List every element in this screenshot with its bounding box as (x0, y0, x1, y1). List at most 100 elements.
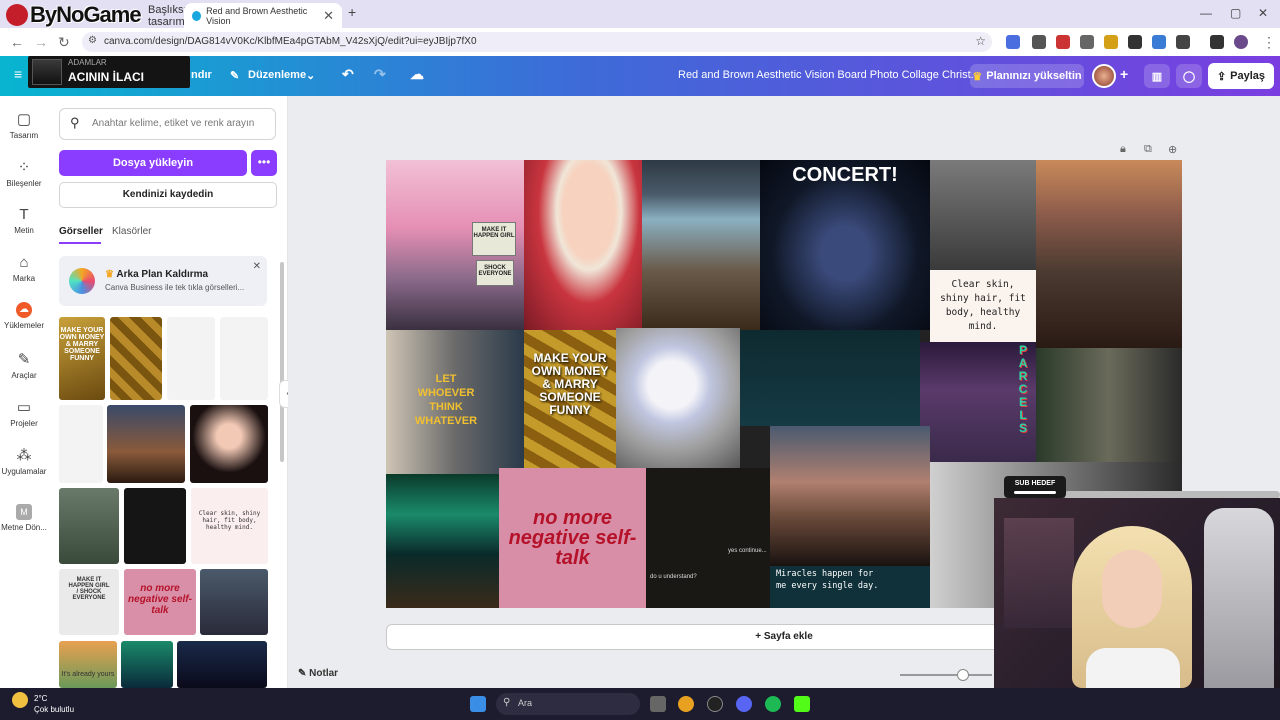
hamburger-menu-icon[interactable]: ≡ (14, 66, 22, 82)
forward-arrow-icon[interactable]: → (34, 34, 48, 50)
upload-file-button[interactable]: Dosya yükleyin (59, 150, 247, 176)
upload-thumbnail[interactable]: It's already yours (59, 641, 117, 688)
kebab-menu-icon[interactable]: ⋮ (1262, 34, 1276, 51)
comment-icon[interactable]: ◯ (1176, 64, 1202, 88)
rail-item-design[interactable]: ▢ Tasarım (0, 110, 48, 140)
download-icon[interactable] (1210, 35, 1224, 49)
woman-reading-photo[interactable]: LET WHOEVER THINK WHATEVER (386, 330, 524, 474)
rail-item-uploads[interactable]: ☁ Yüklemeler (0, 302, 48, 330)
close-window-button[interactable]: ✕ (1258, 6, 1268, 20)
affirmation-card[interactable]: Clear skin, shiny hair, fit body, health… (930, 270, 1036, 342)
weather-widget[interactable]: 2°C Çok bulutlu (12, 692, 74, 714)
extension-icon[interactable] (1080, 35, 1094, 49)
extension-icon[interactable] (1104, 35, 1118, 49)
upload-thumbnail[interactable] (124, 488, 186, 564)
upload-thumbnail[interactable]: no more negative self-talk (124, 569, 196, 635)
extension-icon[interactable] (1056, 35, 1070, 49)
upload-thumbnail[interactable] (110, 317, 162, 400)
extension-icon[interactable] (1128, 35, 1142, 49)
promo-card[interactable]: ♛ Arka Plan Kaldırma Canva Business ile … (59, 256, 267, 306)
record-yourself-button[interactable]: Kendinizi kaydedin (59, 182, 277, 208)
add-collaborator-icon[interactable]: + (1120, 66, 1128, 82)
discord-icon[interactable] (736, 696, 752, 712)
minimize-button[interactable]: — (1200, 6, 1212, 20)
undo-icon[interactable]: ↶ (342, 66, 354, 83)
share-button[interactable]: ⇪ Paylaş (1208, 63, 1274, 89)
add-page-icon[interactable]: ⊕ (1168, 143, 1177, 156)
edit-menu[interactable]: Düzenleme (248, 69, 306, 81)
rail-item-text[interactable]: T Metin (0, 206, 48, 235)
panel-scrollbar[interactable] (280, 262, 284, 462)
cloud-sync-icon[interactable]: ☁ (410, 66, 424, 83)
parcels-concert-photo[interactable]: PARCELS (920, 342, 1036, 462)
extension-icon[interactable] (1152, 35, 1166, 49)
lock-icon[interactable]: 🔒︎ (1120, 143, 1126, 156)
close-icon[interactable]: ✕ (253, 261, 261, 272)
search-input[interactable]: ⚲ Anahtar kelime, etiket ve renk arayın (59, 108, 276, 140)
beach-bonfire-photo[interactable] (770, 426, 930, 566)
chrome-icon[interactable] (678, 696, 694, 712)
bookmark-star-icon[interactable]: ☆ (975, 34, 986, 48)
cherry-blossom-photo[interactable]: MAKE IT HAPPEN GIRL SHOCK EVERYONE (386, 160, 524, 330)
upload-thumbnail[interactable] (200, 569, 268, 635)
upgrade-plan-button[interactable]: ♛ Planınızı yükseltin (970, 64, 1084, 88)
back-arrow-icon[interactable]: ← (10, 34, 24, 50)
colosseum-dinner-photo[interactable] (1036, 160, 1182, 348)
doodle-card[interactable]: yes continue... do u understand? (646, 468, 770, 608)
duplicate-page-icon[interactable]: ⧉ (1144, 143, 1152, 156)
close-icon[interactable]: ✕ (323, 8, 334, 24)
upload-thumbnail[interactable]: Clear skin, shiny hair, fit body, health… (191, 488, 268, 564)
rail-item-apps[interactable]: ⁂ Uygulamalar (0, 446, 48, 476)
upload-thumbnail[interactable] (121, 641, 173, 688)
flower-bouquet-photo[interactable] (616, 328, 740, 470)
upload-thumbnail[interactable] (220, 317, 268, 400)
upload-thumbnail[interactable] (190, 405, 268, 483)
new-tab-button[interactable]: + (348, 4, 356, 20)
zoom-slider[interactable] (900, 674, 992, 676)
redo-icon[interactable]: ↷ (374, 66, 386, 83)
taskbar-search[interactable]: ⚲ Ara (496, 693, 640, 715)
upload-thumbnail[interactable] (59, 405, 103, 483)
tab-vision-board[interactable]: Red and Brown Aesthetic Vision ✕ (184, 3, 342, 28)
reload-icon[interactable]: ↻ (58, 34, 70, 51)
money-quote-card[interactable]: MAKE YOUR OWN MONEY & MARRY SOMEONE FUNN… (524, 330, 616, 470)
profile-avatar-icon[interactable] (1234, 35, 1248, 49)
rail-item-text-convert[interactable]: M Metne Dön... (0, 504, 48, 532)
upload-thumbnail[interactable] (167, 317, 215, 400)
upload-thumbnail[interactable]: MAKE IT HAPPEN GIRL / SHOCK EVERYONE (59, 569, 119, 635)
upload-thumbnail[interactable] (107, 405, 185, 483)
rail-item-brand[interactable]: ⌂ Marka (0, 254, 48, 283)
cartoon-woman-illustration[interactable] (524, 160, 642, 330)
start-windows-icon[interactable] (470, 696, 486, 712)
upload-thumbnail[interactable] (177, 641, 267, 688)
avatar[interactable] (1092, 64, 1116, 88)
no-more-negative-card[interactable]: no more negative self-talk (499, 468, 646, 608)
design-title[interactable]: Red and Brown Aesthetic Vision Board Pho… (678, 69, 980, 81)
translate-extension-icon[interactable] (1006, 35, 1020, 49)
notes-button[interactable]: ✎ Notlar (298, 668, 338, 679)
site-info-icon[interactable]: ⚙ (88, 35, 97, 46)
outdoor-cinema-photo[interactable] (642, 160, 760, 330)
kick-icon[interactable] (794, 696, 810, 712)
boxing-gloves-photo[interactable] (930, 160, 1036, 270)
rail-item-tools[interactable]: ✎ Araçlar (0, 350, 48, 380)
concert-photo[interactable]: CONCERT! (760, 160, 930, 330)
aurora-glass-igloo-photo[interactable] (386, 474, 499, 608)
chevron-down-icon[interactable]: ⌄ (306, 69, 315, 82)
extension-icon[interactable] (1032, 35, 1046, 49)
resize-menu[interactable]: ndır (191, 69, 212, 81)
dark-teal-block[interactable] (740, 330, 920, 426)
spotify-icon[interactable] (765, 696, 781, 712)
upload-thumbnail[interactable]: MAKE YOUR OWN MONEY & MARRY SOMEONE FUNN… (59, 317, 105, 400)
maximize-button[interactable]: ▢ (1230, 6, 1241, 20)
zoom-slider-handle[interactable] (957, 669, 969, 681)
insights-chart-icon[interactable]: ▥ (1144, 64, 1170, 88)
task-view-icon[interactable] (650, 696, 666, 712)
upload-thumbnail[interactable] (59, 488, 119, 564)
puzzle-extensions-icon[interactable] (1176, 35, 1190, 49)
obs-icon[interactable] (707, 696, 723, 712)
tab-images[interactable]: Görseller (59, 226, 103, 237)
miracles-card[interactable]: Miracles happen for me every single day. (770, 566, 930, 608)
url-field[interactable]: ⚙ canva.com/design/DAG814vV0Kc/KlbfMEa4p… (82, 32, 992, 52)
rail-item-elements[interactable]: ⁘ Bileşenler (0, 158, 48, 188)
